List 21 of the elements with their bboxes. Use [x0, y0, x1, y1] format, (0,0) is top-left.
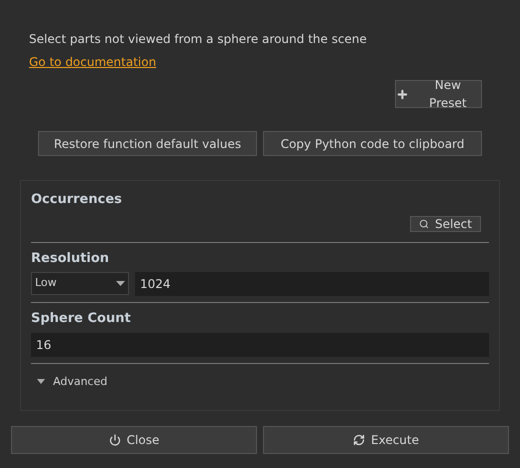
- tool-button[interactable]: Copy Python code to clipboard: [263, 131, 482, 156]
- tool-button[interactable]: Restore function default values: [38, 131, 257, 156]
- close-button[interactable]: Close: [11, 426, 257, 454]
- caret-icon: [37, 379, 45, 384]
- sphere-count-input[interactable]: 16: [31, 332, 489, 356]
- refresh-icon: [353, 434, 365, 446]
- resolution-input[interactable]: 1024: [135, 272, 489, 296]
- documentation-link[interactable]: Go to documentation: [29, 53, 156, 71]
- power-icon: [108, 434, 121, 446]
- section-label: Resolution: [31, 250, 110, 268]
- description-text: Select parts not viewed from a sphere around the scene: [29, 31, 368, 48]
- search-icon: [418, 218, 429, 228]
- plus-icon: [396, 88, 409, 100]
- section-label: Sphere Count: [31, 310, 132, 328]
- resolution-dropdown[interactable]: Low: [31, 272, 129, 295]
- section-label: Occurrences: [31, 191, 123, 209]
- advanced-toggle[interactable]: Advanced: [37, 374, 108, 390]
- execute-button[interactable]: Execute: [263, 426, 509, 454]
- new-preset-button[interactable]: New Preset: [395, 80, 482, 108]
- caret-icon: [116, 281, 125, 286]
- select-button[interactable]: Select: [410, 216, 481, 232]
